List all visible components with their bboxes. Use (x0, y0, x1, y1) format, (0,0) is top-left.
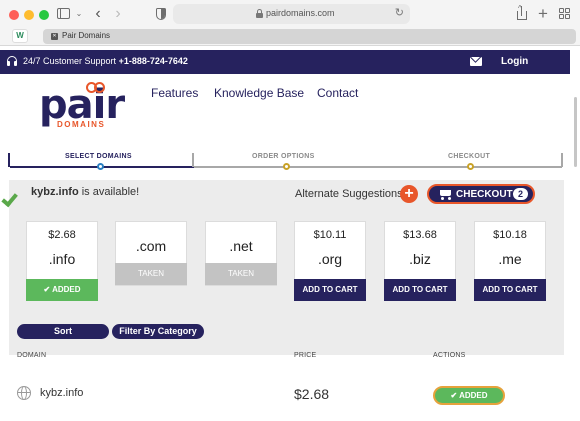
domain-card-net: .net TAKEN (205, 221, 277, 286)
add-to-cart-button[interactable]: ADD TO CART (474, 279, 546, 301)
sort-button[interactable]: Sort (17, 324, 109, 339)
domain-card-com: .com TAKEN (115, 221, 187, 286)
pair-domains-logo[interactable]: pair DOMAINS (39, 82, 125, 139)
privacy-shield-icon[interactable] (155, 6, 167, 22)
step-tick (8, 153, 10, 167)
step-dot (467, 163, 474, 170)
step-dot (283, 163, 290, 170)
minimize-window-icon[interactable] (24, 10, 34, 20)
alternate-suggestions-label: Alternate Suggestions (295, 188, 403, 200)
row-added-label: ADDED (459, 391, 488, 400)
cart-icon (438, 189, 452, 200)
step-checkout: CHECKOUT (448, 153, 491, 160)
domain-card-org: $10.11 .org ADD TO CART (294, 221, 366, 301)
card-tld: .biz (409, 251, 431, 267)
card-price: $2.68 (48, 229, 76, 241)
add-suggestions-button[interactable]: + (400, 185, 418, 203)
tab-pair-domains[interactable]: ✕ Pair Domains (43, 29, 576, 44)
page-scrollbar[interactable] (574, 97, 577, 167)
table-row-price: $2.68 (294, 386, 330, 402)
tab-overview-icon[interactable] (558, 6, 572, 22)
logo-word: pair (39, 82, 125, 128)
card-price: $10.11 (313, 229, 347, 241)
favicon-icon: ✕ (51, 33, 58, 40)
tab-title: Pair Domains (62, 31, 111, 40)
card-tld: .net (229, 238, 253, 254)
card-tld: .me (498, 251, 522, 267)
support-text: 24/7 Customer Support +1-888-724-7642 (23, 56, 188, 66)
headset-icon (7, 56, 17, 66)
login-link[interactable]: Login (501, 56, 528, 67)
checkout-button[interactable]: CHECKOUT 2 (427, 184, 535, 204)
close-window-icon[interactable] (9, 10, 19, 20)
extension-icon[interactable]: W (12, 29, 28, 43)
page: 24/7 Customer Support +1-888-724-7642 Lo… (0, 47, 580, 421)
added-label: ADDED (52, 285, 81, 294)
cart-count-badge: 2 (513, 188, 528, 200)
url-text: pairdomains.com (266, 8, 335, 18)
sidebar-icon[interactable] (56, 6, 72, 22)
address-bar[interactable]: pairdomains.com ↻ (173, 4, 410, 24)
table-row-domain: kybz.info (40, 387, 84, 399)
column-header-domain: DOMAIN (17, 352, 47, 359)
step-tick (561, 153, 563, 167)
share-icon[interactable]: ^ (515, 5, 529, 22)
lock-icon (256, 9, 263, 18)
checkmark-icon (1, 184, 31, 208)
card-tld: .org (317, 251, 343, 267)
card-price: $13.68 (403, 229, 437, 241)
nav-knowledge-base[interactable]: Knowledge Base (214, 86, 304, 100)
browser-toolbar: ⌄ ‹ › pairdomains.com ↻ ^ + (0, 0, 580, 28)
reload-icon[interactable]: ↻ (395, 6, 404, 19)
domain-card-biz: $13.68 .biz ADD TO CART (384, 221, 456, 301)
filter-by-category-button[interactable]: Filter By Category (112, 324, 204, 339)
support-phone[interactable]: +1-888-724-7642 (119, 56, 188, 66)
available-domain: kybz.info (31, 186, 79, 198)
column-header-actions: ACTIONS (433, 352, 466, 359)
checkout-label: CHECKOUT (456, 189, 513, 200)
logo-subtitle: DOMAINS (57, 120, 106, 129)
domain-card-me: $10.18 .me ADD TO CART (474, 221, 546, 301)
taken-label: TAKEN (205, 263, 277, 285)
mail-icon[interactable] (470, 57, 482, 66)
zoom-window-icon[interactable] (39, 10, 49, 20)
back-icon[interactable]: ‹ (92, 6, 104, 22)
card-tld: .com (135, 238, 167, 254)
step-tick (192, 153, 194, 167)
card-tld: .info (48, 251, 76, 267)
table-row-added-button[interactable]: ✔ ADDED (433, 386, 505, 405)
step-select-domains: SELECT DOMAINS (65, 153, 132, 160)
logo-swirl-icon (86, 82, 108, 94)
nav-features[interactable]: Features (151, 86, 198, 100)
nav-contact[interactable]: Contact (317, 86, 358, 100)
step-line-inactive (194, 166, 562, 168)
new-tab-icon[interactable]: + (537, 5, 549, 22)
tab-bar: W ✕ Pair Domains (0, 28, 580, 46)
added-button[interactable]: ✔ ADDED (26, 279, 98, 301)
taken-label: TAKEN (115, 263, 187, 285)
checkout-progress: SELECT DOMAINS ORDER OPTIONS CHECKOUT (8, 147, 564, 177)
domain-card-info: $2.68 .info ✔ ADDED (26, 221, 98, 301)
column-header-price: PRICE (294, 352, 317, 359)
step-dot-active (97, 163, 104, 170)
globe-icon (17, 386, 31, 400)
forward-icon[interactable]: › (112, 6, 124, 22)
chevron-down-icon[interactable]: ⌄ (75, 6, 83, 22)
add-to-cart-button[interactable]: ADD TO CART (294, 279, 366, 301)
support-label: 24/7 Customer Support (23, 56, 117, 66)
add-to-cart-button[interactable]: ADD TO CART (384, 279, 456, 301)
card-price: $10.18 (493, 229, 527, 241)
step-order-options: ORDER OPTIONS (252, 153, 315, 160)
support-bar: 24/7 Customer Support +1-888-724-7642 Lo… (0, 50, 570, 74)
availability-message: kybz.info is available! (31, 186, 139, 198)
availability-suffix: is available! (78, 186, 140, 198)
